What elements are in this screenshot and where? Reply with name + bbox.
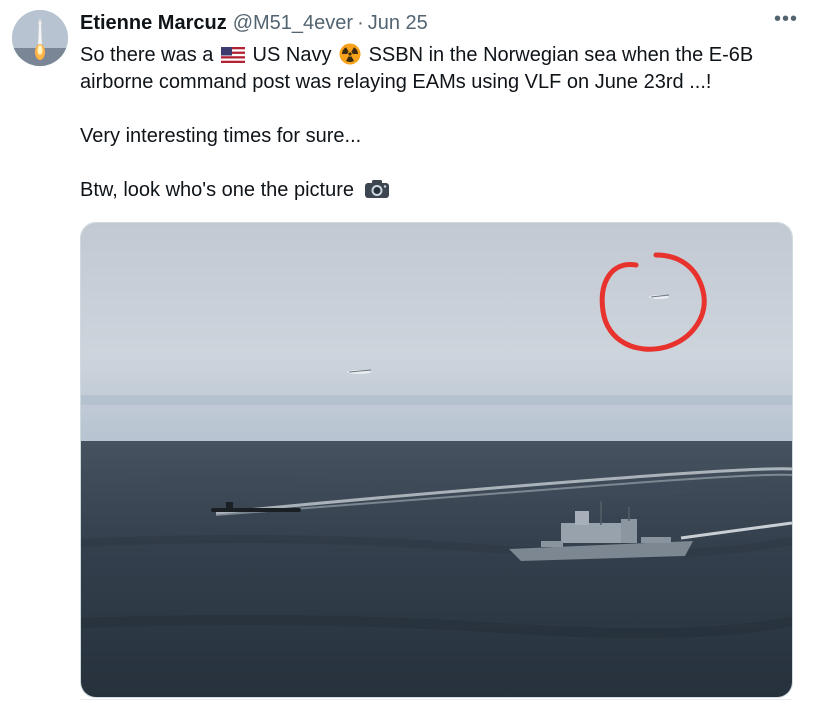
tweet-text-segment: Btw, look who's one the picture xyxy=(80,179,354,201)
rocket-launch-avatar-image xyxy=(12,10,68,66)
tweet-text: So there was a US Navy SSBN in the Norwe… xyxy=(80,42,805,204)
tweet-header: Etienne Marcuz @M51_4ever · Jun 25 xyxy=(80,10,808,36)
camera-icon xyxy=(364,180,389,198)
avatar[interactable] xyxy=(12,10,68,66)
us-flag-icon xyxy=(220,47,245,63)
tweet[interactable]: Etienne Marcuz @M51_4ever · Jun 25 ••• S… xyxy=(0,0,828,705)
radioactive-icon xyxy=(339,43,361,65)
user-handle[interactable]: @M51_4ever xyxy=(233,12,353,35)
display-name[interactable]: Etienne Marcuz xyxy=(80,12,227,35)
tweet-paragraph-3: Btw, look who's one the picture xyxy=(80,177,805,204)
tweet-text-segment: So there was a xyxy=(80,44,214,66)
tweet-date[interactable]: Jun 25 xyxy=(368,12,428,35)
separator-dot: · xyxy=(357,11,364,34)
tweet-paragraph-2: Very interesting times for sure... xyxy=(80,125,362,147)
more-icon[interactable]: ••• xyxy=(774,8,798,31)
naval-photo-image xyxy=(81,223,792,697)
divider xyxy=(80,699,791,700)
aircraft xyxy=(649,294,670,299)
aircraft xyxy=(347,369,372,374)
tweet-paragraph-1: So there was a US Navy SSBN in the Norwe… xyxy=(80,42,805,96)
tweet-text-segment: US Navy xyxy=(252,44,332,66)
tweet-photo[interactable] xyxy=(80,222,793,698)
